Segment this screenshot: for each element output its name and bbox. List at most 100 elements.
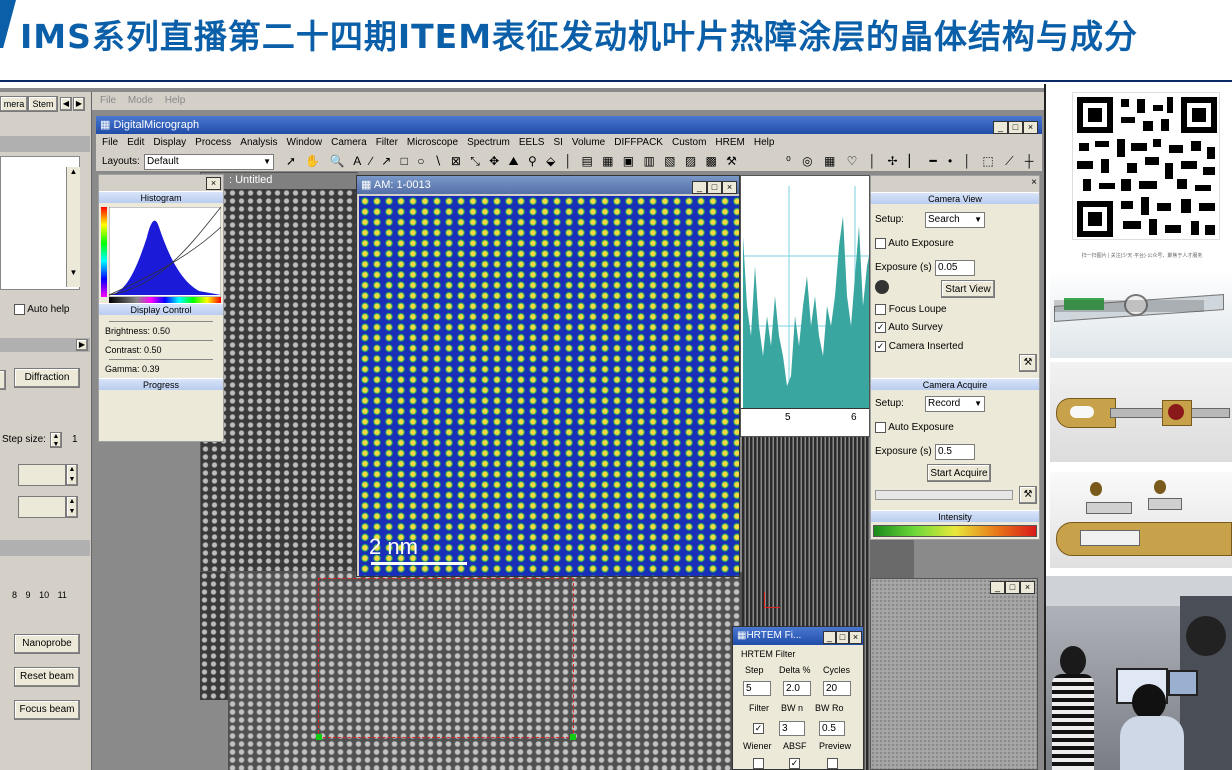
bg-menu-help[interactable]: Help xyxy=(165,95,186,106)
tools-icon-2[interactable]: ⚒ xyxy=(1019,486,1037,504)
hrtem-preview-checkbox[interactable] xyxy=(827,758,838,769)
menu-hrem[interactable]: HREM xyxy=(715,137,744,148)
ca-setup-label: Setup: xyxy=(875,398,904,409)
hrtem-absf-checkbox[interactable]: ✓ xyxy=(789,758,800,769)
hrtem-label-bwn: BW n xyxy=(781,703,804,713)
profile-window[interactable]: 5 6 xyxy=(740,175,870,437)
camera-icon xyxy=(875,280,889,294)
bg-menu-file[interactable]: File xyxy=(100,95,116,106)
hrtem-close[interactable]: × xyxy=(849,631,862,644)
maximize-button[interactable]: □ xyxy=(1008,121,1023,134)
menu-analysis[interactable]: Analysis xyxy=(240,137,277,148)
ca-auto-exposure[interactable]: Auto Exposure xyxy=(875,422,954,433)
tool-icons[interactable]: ➚ ✋ 🔍 A ∕ ↗ □ ○ ∖ ⊠ ⤡ ✥ ⛰ ⚲ ⬙ │ ▤ ▦ ▣ ▥ … xyxy=(286,154,740,169)
expand-icon[interactable]: ▶ xyxy=(76,339,88,351)
roi-handle-right[interactable] xyxy=(570,734,576,740)
start-view-button[interactable]: Start View xyxy=(941,280,995,298)
tab-scroll-left[interactable]: ◀ xyxy=(60,97,72,111)
reset-beam-button[interactable]: Reset beam xyxy=(14,667,80,687)
focus-beam-button[interactable]: Focus beam xyxy=(14,700,80,720)
am-icon: ▦ xyxy=(361,179,372,191)
noise-window[interactable]: _ □ × xyxy=(870,578,1038,770)
step-size-spinner[interactable]: ▲ ▼ xyxy=(50,432,62,448)
hrtem-wiener-checkbox[interactable] xyxy=(753,758,764,769)
tools-icon[interactable]: ⚒ xyxy=(1019,354,1037,372)
menu-edit[interactable]: Edit xyxy=(127,137,144,148)
menu-spectrum[interactable]: Spectrum xyxy=(467,137,510,148)
menu-si[interactable]: SI xyxy=(553,137,562,148)
am-close[interactable]: × xyxy=(722,181,737,194)
help-list[interactable]: ▲ ▼ xyxy=(0,156,80,290)
diffraction-button[interactable]: Diffraction xyxy=(14,368,80,388)
value-spinner-1[interactable]: ▲ ▼ xyxy=(66,464,78,486)
hrtem-label-wiener: Wiener xyxy=(743,741,772,751)
noise-maximize[interactable]: □ xyxy=(1005,581,1020,594)
menu-diffpack[interactable]: DIFFPACK xyxy=(614,137,663,148)
am-image[interactable]: 2 nm xyxy=(359,196,739,576)
cv-setup-select[interactable]: Search ▼ xyxy=(925,212,985,228)
hrtem-cycles-input[interactable]: 20 xyxy=(823,681,851,696)
tab-camera[interactable]: mera xyxy=(0,96,28,112)
ca-setup-select[interactable]: Record ▼ xyxy=(925,396,985,412)
profile-plot xyxy=(743,186,869,408)
left-section-header-3 xyxy=(0,540,90,556)
cv-auto-survey[interactable]: ✓ Auto Survey xyxy=(875,322,943,333)
hrtem-dialog: ▦HRTEM Fi... _ □ × HRTEM Filter Step Delta… xyxy=(732,626,864,770)
noise-minimize[interactable]: _ xyxy=(990,581,1005,594)
am-window[interactable]: ▦ AM: 1-0013 _ □ × 2 nm xyxy=(356,175,740,577)
nanoprobe-button[interactable]: Nanoprobe xyxy=(14,634,80,654)
cv-exposure-input[interactable]: 0.05 xyxy=(935,260,975,276)
noise-close[interactable]: × xyxy=(1020,581,1035,594)
cv-auto-exposure[interactable]: Auto Exposure xyxy=(875,238,954,249)
value-field-2[interactable] xyxy=(18,496,66,518)
menu-camera[interactable]: Camera xyxy=(331,137,367,148)
menu-display[interactable]: Display xyxy=(153,137,186,148)
menu-volume[interactable]: Volume xyxy=(572,137,605,148)
menu-custom[interactable]: Custom xyxy=(672,137,706,148)
lattice-image-bottom[interactable] xyxy=(228,572,742,770)
menu-help[interactable]: Help xyxy=(754,137,775,148)
cv-camera-inserted[interactable]: ✓ Camera Inserted xyxy=(875,341,963,352)
menu-process[interactable]: Process xyxy=(195,137,231,148)
hrtem-maximize[interactable]: □ xyxy=(836,631,849,644)
value-spinner-2[interactable]: ▲ ▼ xyxy=(66,496,78,518)
hrtem-bwn-input[interactable]: 3 xyxy=(779,721,805,736)
hrtem-step-input[interactable]: 5 xyxy=(743,681,771,696)
hrtem-bwro-input[interactable]: 0.5 xyxy=(819,721,845,736)
hrtem-delta-input[interactable]: 2.0 xyxy=(783,681,811,696)
roi-rectangle[interactable] xyxy=(316,578,576,740)
am-maximize[interactable]: □ xyxy=(707,181,722,194)
hrtem-minimize[interactable]: _ xyxy=(823,631,836,644)
layouts-select[interactable]: Default ▼ xyxy=(144,154,274,170)
brightness-label: Brightness: 0.50 xyxy=(105,326,171,336)
tab-stem[interactable]: Stem xyxy=(28,96,58,112)
am-title: AM: 1-0013 xyxy=(373,179,431,191)
start-acquire-button[interactable]: Start Acquire xyxy=(927,464,991,482)
hrtem-titlebar: ▦HRTEM Fi... _ □ × xyxy=(733,627,863,645)
close-button[interactable]: × xyxy=(1023,121,1038,134)
roi-handle-left[interactable] xyxy=(316,734,322,740)
menu-microscope[interactable]: Microscope xyxy=(407,137,458,148)
tab-scroll-right[interactable]: ▶ xyxy=(73,97,85,111)
profile-tick-5: 5 xyxy=(785,412,791,423)
tool-icons-2[interactable]: ⁰ ◎ ▦ ♡ │ ✢ ▏ ━ • │ ⬚ ⟋ ┼ ⚲ xyxy=(786,154,1057,169)
untitled-image[interactable] xyxy=(201,189,357,571)
clipped-button[interactable] xyxy=(0,370,6,390)
menu-file[interactable]: File xyxy=(102,137,118,148)
menu-window[interactable]: Window xyxy=(287,137,323,148)
display-panel-close[interactable]: × xyxy=(206,177,221,190)
cv-focus-loupe[interactable]: Focus Loupe xyxy=(875,304,947,315)
value-field-1[interactable] xyxy=(18,464,66,486)
minimize-button[interactable]: _ xyxy=(993,121,1008,134)
ca-exposure-input[interactable]: 0.5 xyxy=(935,444,975,460)
bg-menu-mode[interactable]: Mode xyxy=(128,95,153,106)
help-scrollbar[interactable]: ▲ ▼ xyxy=(66,167,80,287)
display-control-header: Display Control xyxy=(99,303,223,315)
hrtem-filter-checkbox[interactable]: ✓ xyxy=(753,723,764,734)
menu-filter[interactable]: Filter xyxy=(376,137,398,148)
histogram-plot xyxy=(101,203,221,303)
menu-eels[interactable]: EELS xyxy=(519,137,545,148)
am-minimize[interactable]: _ xyxy=(692,181,707,194)
auto-help-checkbox[interactable]: Auto help xyxy=(14,304,70,315)
camera-panel-close[interactable]: × xyxy=(1031,177,1037,188)
